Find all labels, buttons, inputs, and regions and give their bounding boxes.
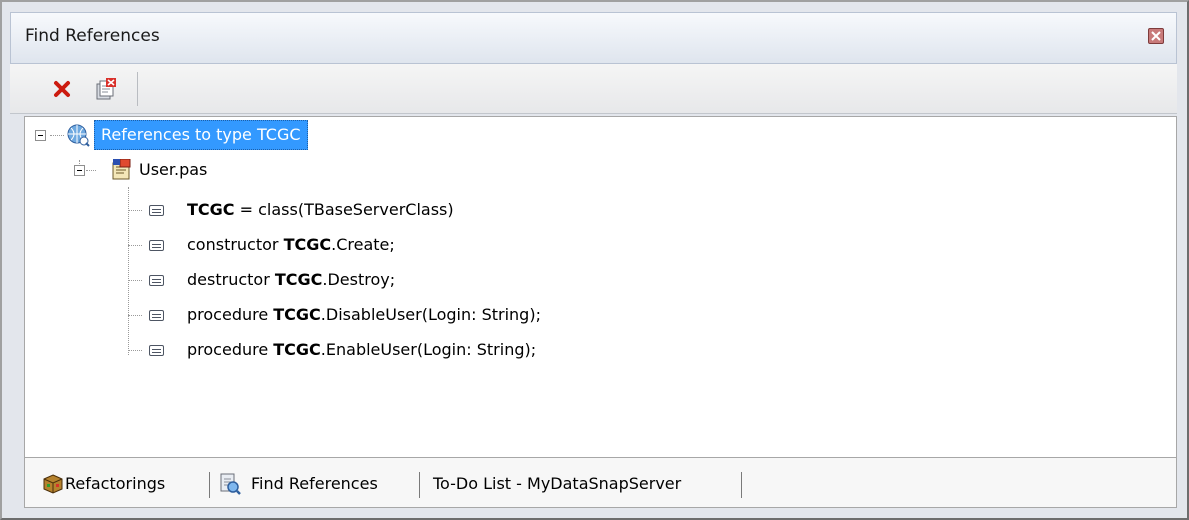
- tree-line: [128, 210, 142, 212]
- result-suffix: .Create;: [331, 235, 395, 254]
- result-prefix: procedure: [187, 305, 274, 324]
- tab-separator: [419, 472, 420, 498]
- red-x-icon: [54, 81, 70, 97]
- code-line-icon: [149, 240, 164, 251]
- result-suffix: .EnableUser(Login: String);: [320, 340, 537, 359]
- root-label: References to type TCGC: [94, 120, 308, 150]
- cube-icon: [43, 474, 63, 494]
- close-icon: [1151, 31, 1161, 41]
- clear-results-button[interactable]: [94, 77, 118, 101]
- tab-separator: [209, 472, 210, 498]
- result-prefix: procedure: [187, 340, 274, 359]
- tree-line: [128, 280, 142, 282]
- find-references-window: Find References References to type TCGC …: [0, 0, 1189, 520]
- tab-label: Find References: [251, 474, 378, 493]
- toolbar: [10, 64, 1177, 114]
- collapse-file-toggle[interactable]: [74, 165, 85, 176]
- code-line-icon: [149, 275, 164, 286]
- result-match: TCGC: [187, 200, 235, 219]
- code-line-icon: [149, 310, 164, 321]
- result-match: TCGC: [273, 340, 321, 359]
- result-text: constructor TCGC.Create;: [187, 230, 395, 260]
- result-text: TCGC = class(TBaseServerClass): [187, 195, 454, 225]
- bottom-tab-strip: Refactorings Find References To-Do List …: [24, 458, 1177, 508]
- tree-line: [128, 350, 142, 352]
- tree-line: [50, 135, 64, 137]
- remove-button[interactable]: [50, 77, 74, 101]
- tree-line: [128, 315, 142, 317]
- result-match: TCGC: [274, 270, 323, 289]
- result-prefix: constructor: [187, 235, 284, 254]
- tree-line: [128, 245, 142, 247]
- result-match: TCGC: [283, 235, 332, 254]
- result-text: procedure TCGC.DisableUser(Login: String…: [187, 300, 541, 330]
- tree-line: [128, 187, 130, 355]
- title-bar: Find References: [10, 12, 1177, 64]
- tab-separator: [741, 472, 742, 498]
- result-text: procedure TCGC.EnableUser(Login: String)…: [187, 335, 536, 365]
- window-title: Find References: [25, 26, 160, 46]
- close-button[interactable]: [1148, 28, 1164, 44]
- tab-label: To-Do List - MyDataSnapServer: [433, 474, 682, 493]
- clear-results-icon: [96, 78, 116, 100]
- references-tree[interactable]: References to type TCGC User.pas TCGC = …: [24, 116, 1177, 458]
- result-suffix: .Destroy;: [322, 270, 396, 289]
- result-suffix: .DisableUser(Login: String);: [320, 305, 541, 324]
- tree-line: [86, 170, 96, 172]
- references-globe-icon: [67, 124, 90, 147]
- unit-file-icon: [112, 159, 131, 180]
- toolbar-separator: [137, 72, 138, 106]
- file-label: User.pas: [139, 160, 208, 179]
- collapse-root-toggle[interactable]: [35, 130, 46, 141]
- code-line-icon: [149, 205, 164, 216]
- result-suffix: = class(TBaseServerClass): [234, 200, 454, 219]
- result-text: destructor TCGC.Destroy;: [187, 265, 395, 295]
- tab-label: Refactorings: [65, 474, 166, 493]
- find-references-icon: [220, 473, 241, 495]
- result-prefix: destructor: [187, 270, 275, 289]
- result-match: TCGC: [273, 305, 321, 324]
- code-line-icon: [149, 345, 164, 356]
